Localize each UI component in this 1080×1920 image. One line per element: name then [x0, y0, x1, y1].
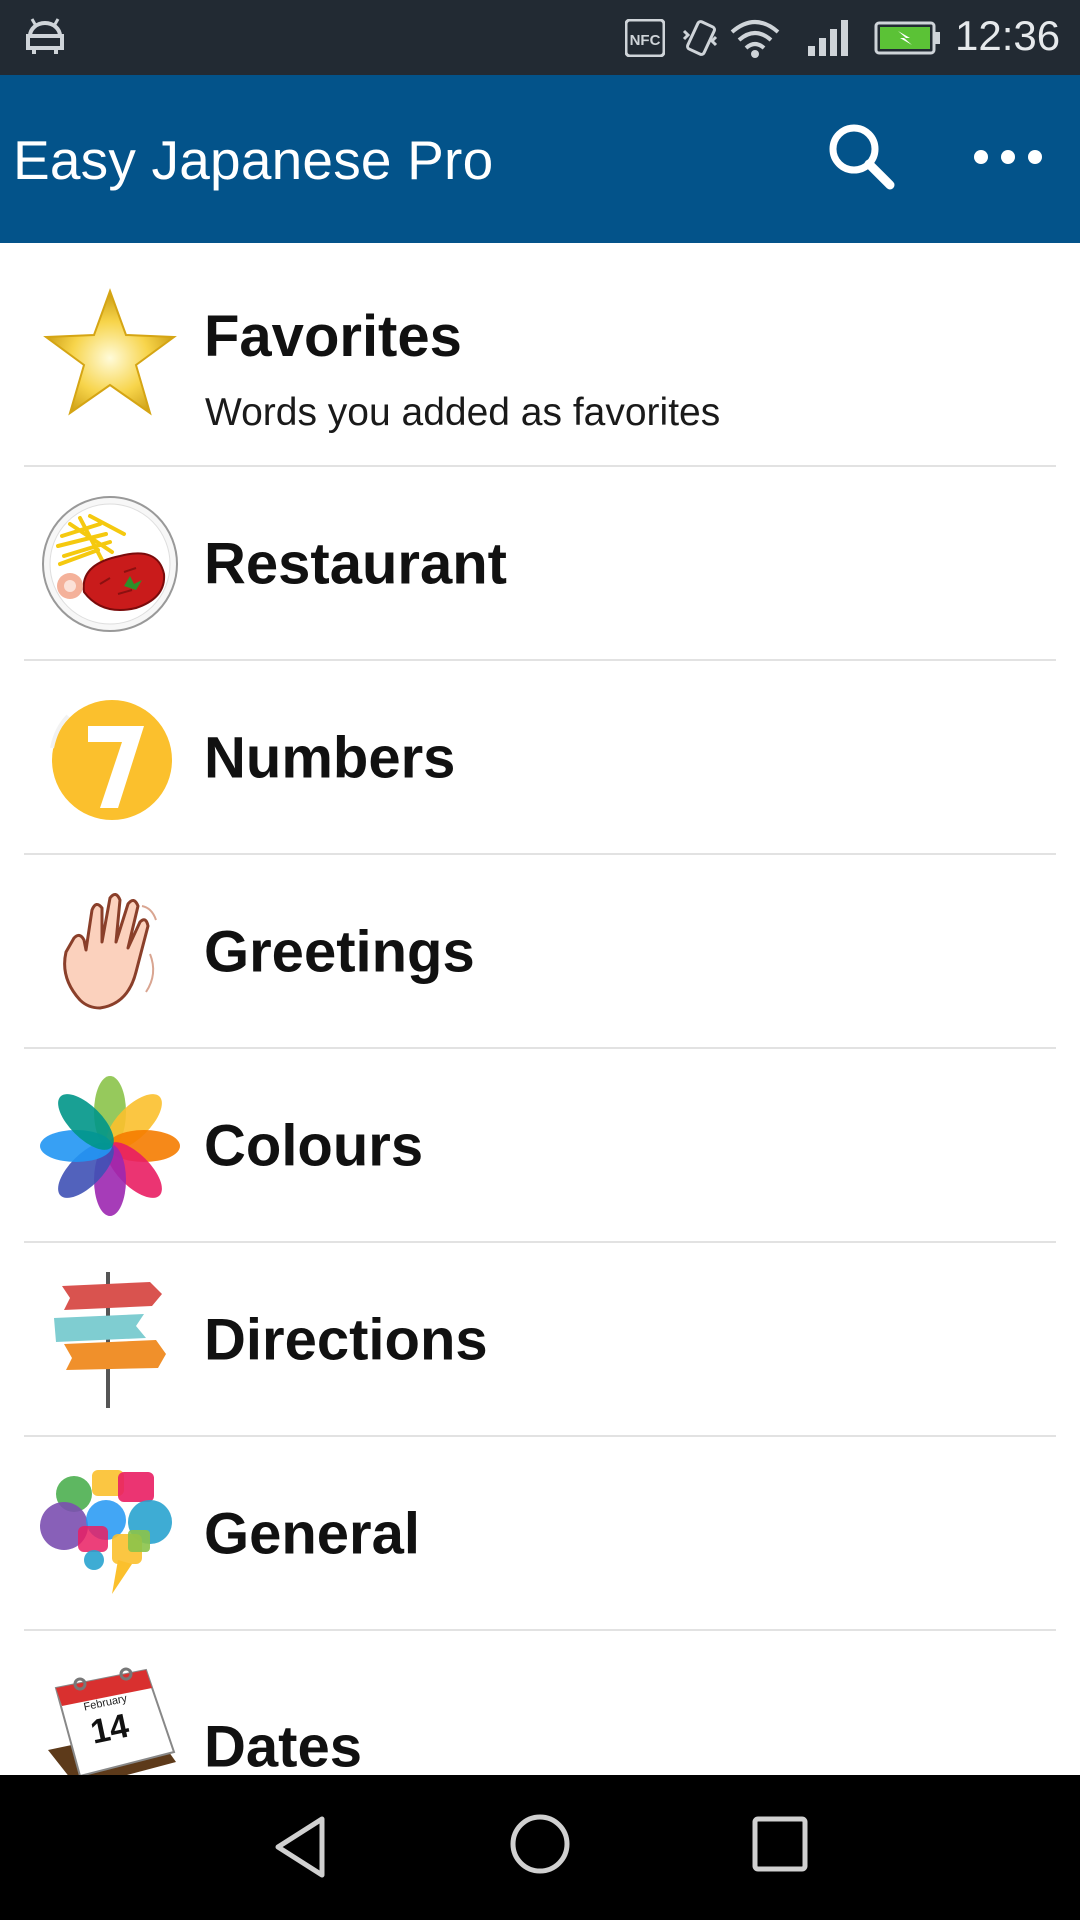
more-options-button[interactable]	[968, 117, 1048, 197]
list-item-sublabel: Words you added as favorites	[205, 391, 721, 434]
list-item-general[interactable]: General	[0, 1437, 1080, 1631]
home-icon	[510, 1814, 570, 1874]
color-flower-icon	[40, 1076, 180, 1216]
calendar-icon: February 14	[48, 1667, 176, 1775]
list-item-numbers[interactable]: Numbers	[0, 661, 1080, 855]
steak-plate-icon	[42, 496, 178, 632]
app-bar: Easy Japanese Pro	[0, 75, 1080, 243]
vibrate-icon	[680, 17, 720, 64]
waving-hand-icon	[63, 893, 157, 1010]
list-item-favorites[interactable]: Favorites Words you added as favorites	[0, 243, 1080, 467]
list-item-label: Colours	[204, 1113, 424, 1179]
recents-icon	[752, 1816, 808, 1872]
battery-charging-icon	[874, 21, 942, 60]
list-item-label: General	[204, 1501, 420, 1567]
app-title: Easy Japanese Pro	[13, 129, 494, 191]
signal-icon	[806, 18, 852, 63]
svg-text:14: 14	[87, 1707, 132, 1752]
home-button[interactable]	[508, 1812, 572, 1881]
list-item-label: Numbers	[204, 725, 456, 791]
list-item-restaurant[interactable]: Restaurant	[0, 467, 1080, 661]
search-icon	[829, 124, 895, 190]
back-button[interactable]	[270, 1813, 330, 1886]
more-horizontal-icon	[974, 150, 1042, 164]
nfc-icon: NFC	[624, 18, 666, 62]
list-item-dates[interactable]: February 14 Dates	[0, 1631, 1080, 1775]
list-item-label: Favorites	[204, 304, 462, 369]
android-icon	[22, 16, 68, 61]
back-icon	[275, 1816, 325, 1878]
clock-time: 12:36	[955, 12, 1061, 59]
star-icon	[43, 288, 177, 416]
recents-button[interactable]	[751, 1815, 809, 1878]
number-seven-icon	[50, 700, 172, 820]
list-item-label: Greetings	[204, 919, 475, 985]
list-item-greetings[interactable]: Greetings	[0, 855, 1080, 1049]
search-button[interactable]	[822, 117, 902, 197]
category-list: Favorites Words you added as favorites R…	[0, 243, 1080, 1775]
list-item-directions[interactable]: Directions	[0, 1243, 1080, 1437]
speech-bubbles-icon	[40, 1470, 172, 1594]
navigation-bar	[0, 1775, 1080, 1920]
status-bar: NFC 12:36	[0, 0, 1080, 75]
signpost-icon	[54, 1272, 166, 1408]
list-item-colours[interactable]: Colours	[0, 1049, 1080, 1243]
wifi-icon	[728, 18, 782, 63]
svg-text:NFC: NFC	[630, 32, 661, 49]
list-item-label: Dates	[204, 1714, 362, 1776]
list-item-label: Restaurant	[204, 531, 507, 597]
list-item-label: Directions	[204, 1307, 488, 1373]
